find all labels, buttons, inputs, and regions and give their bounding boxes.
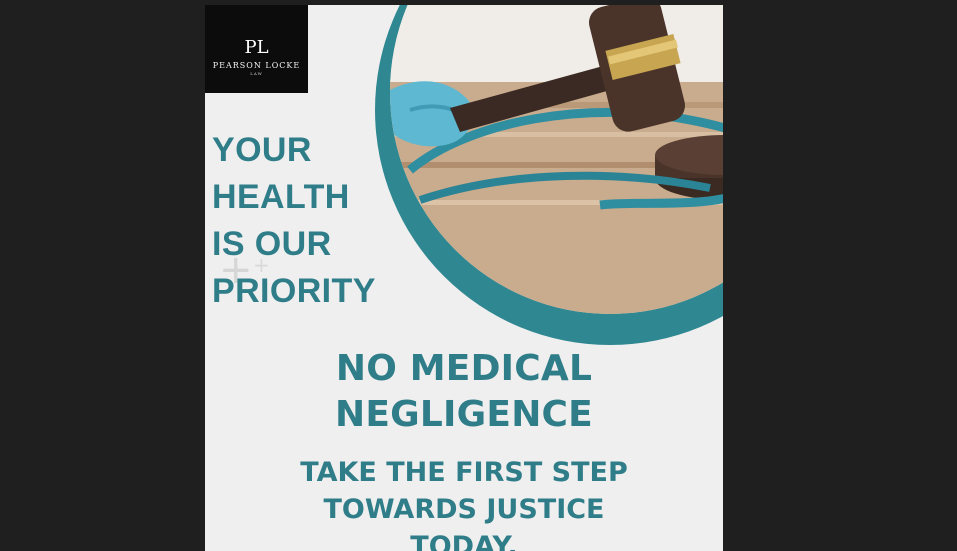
- gavel-stethoscope-illustration: [390, 5, 723, 314]
- cta-line: TOWARDS JUSTICE: [323, 494, 605, 525]
- call-to-action: TAKE THE FIRST STEP TOWARDS JUSTICE TODA…: [205, 454, 723, 551]
- monogram-icon: PL: [244, 37, 268, 58]
- headline-line: IS OUR: [212, 225, 332, 263]
- cta-line: TAKE THE FIRST STEP: [300, 457, 628, 488]
- logo-name: PEARSON LOCKE: [212, 61, 301, 70]
- subheadline: NO MEDICAL NEGLIGENCE: [205, 346, 723, 438]
- headline: YOUR HEALTH IS OUR PRIORITY: [212, 127, 376, 315]
- logo-subtitle: LAW: [250, 71, 263, 76]
- poster: PL PEARSON LOCKE LAW + + YOUR HEALTH IS …: [205, 5, 723, 551]
- headline-line: HEALTH: [212, 178, 350, 216]
- image-viewer: PL PEARSON LOCKE LAW + + YOUR HEALTH IS …: [0, 0, 957, 551]
- headline-line: YOUR: [212, 131, 312, 169]
- gavel-stethoscope-photo: [390, 5, 723, 314]
- subheadline-line: NO MEDICAL: [335, 348, 593, 389]
- logo-monogram: PL: [244, 37, 268, 58]
- subheadline-line: NEGLIGENCE: [335, 394, 593, 435]
- cta-line: TODAY.: [410, 531, 518, 551]
- law-firm-logo: PL PEARSON LOCKE LAW: [205, 5, 308, 93]
- headline-line: PRIORITY: [212, 272, 376, 310]
